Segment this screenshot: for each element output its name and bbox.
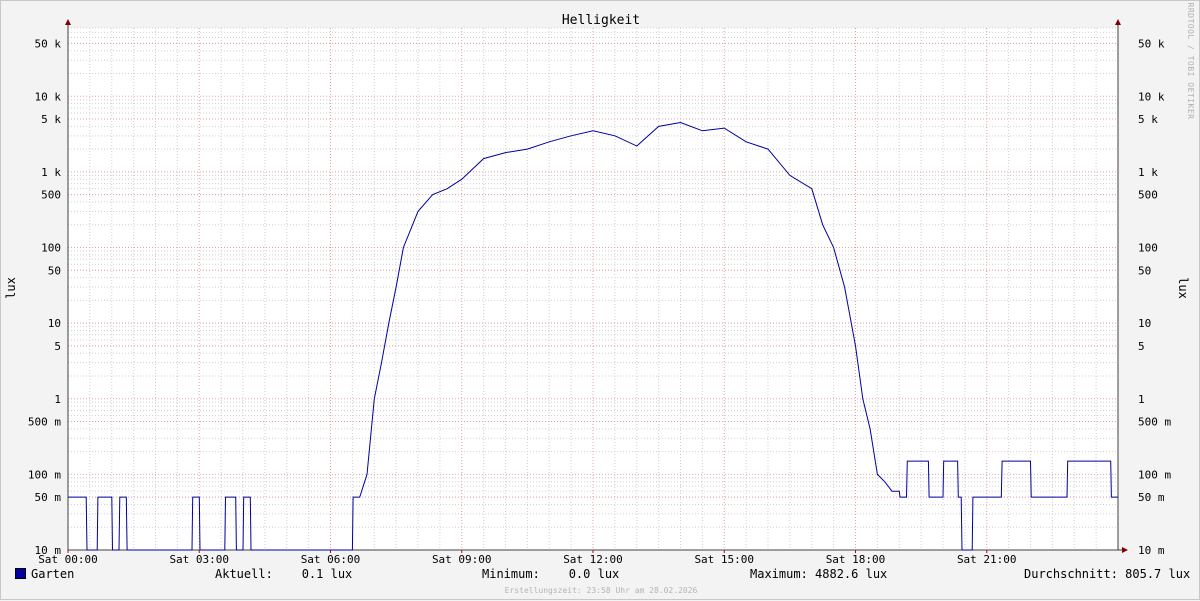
y-tick-label-left: 1 [54,393,61,406]
x-tick-label: Sat 09:00 [432,553,492,566]
y-axis-label-left: lux [4,277,18,299]
y-axis-arrow-left [65,19,71,25]
y-tick-label-left: 500 [41,189,61,202]
legend: Garten Aktuell: 0.1 lux Minimum: 0.0 lux… [1,567,1200,585]
legend-minimum: Minimum: 0.0 lux [482,567,620,581]
legend-series-name: Garten [31,567,75,581]
legend-entry-garten: Garten [15,567,74,581]
creation-time: Erstellungszeit: 23:58 Uhr am 28.02.2026 [504,586,698,595]
y-tick-label-right: 50 [1138,264,1151,277]
y-tick-label-left: 500 m [28,416,61,429]
y-tick-label-right: 500 m [1138,416,1171,429]
y-tick-label-left: 50 m [35,491,62,504]
x-tick-label: Sat 06:00 [301,553,361,566]
x-tick-label: Sat 03:00 [169,553,229,566]
x-tick-label: Sat 21:00 [957,553,1017,566]
x-tick-label: Sat 12:00 [563,553,623,566]
y-tick-label-right: 100 m [1138,468,1171,481]
y-tick-label-right: 10 k [1138,90,1165,103]
x-axis-arrow [1122,547,1128,553]
y-axis-arrow-right [1115,19,1121,25]
y-tick-label-right: 5 [1138,340,1145,353]
y-tick-label-left: 5 [54,340,61,353]
y-tick-label-right: 500 [1138,189,1158,202]
legend-maximum: Maximum: 4882.6 lux [750,567,888,581]
x-tick-label: Sat 00:00 [38,553,98,566]
chart-frame: 10 m 10 m 50 m 50 m 100 m 100 m 500 m 500 m1155… [0,0,1200,600]
y-tick-label-left: 10 [48,317,61,330]
y-tick-label-right: 10 [1138,317,1151,330]
y-tick-label-left: 50 [48,264,61,277]
grid [67,27,1119,551]
x-tick-label: Sat 15:00 [694,553,754,566]
y-tick-label-right: 5 k [1138,113,1158,126]
y-tick-label-left: 10 k [35,90,62,103]
legend-swatch [15,568,26,579]
legend-current: Aktuell: 0.1 lux [215,567,353,581]
chart-title: Helligkeit [562,13,640,28]
y-tick-label-right: 10 m [1138,544,1165,557]
chart-svg: 10 m 10 m50 m 50 m100 m 100 m500 m 500 m1 15 5… [4,3,1195,566]
y-tick-label-left: 100 [41,242,61,255]
y-tick-label-right: 1 k [1138,166,1158,179]
y-tick-label-left: 1 k [41,166,61,179]
y-tick-label-left: 5 k [41,113,61,126]
legend-average: Durchschnitt: 805.7 lux [1024,567,1191,581]
y-tick-label-right: 1 [1138,393,1145,406]
y-tick-label-right: 100 [1138,242,1158,255]
y-tick-label-right: 50 m [1138,491,1165,504]
y-tick-label-left: 50 k [35,37,62,50]
y-tick-label-right: 50 k [1138,37,1165,50]
y-axis-label-right: lux [1176,277,1190,299]
watermark: RRDTOOL / TOBI OETIKER [1186,3,1195,120]
x-tick-label: Sat 18:00 [826,553,886,566]
y-tick-label-left: 100 m [28,468,61,481]
